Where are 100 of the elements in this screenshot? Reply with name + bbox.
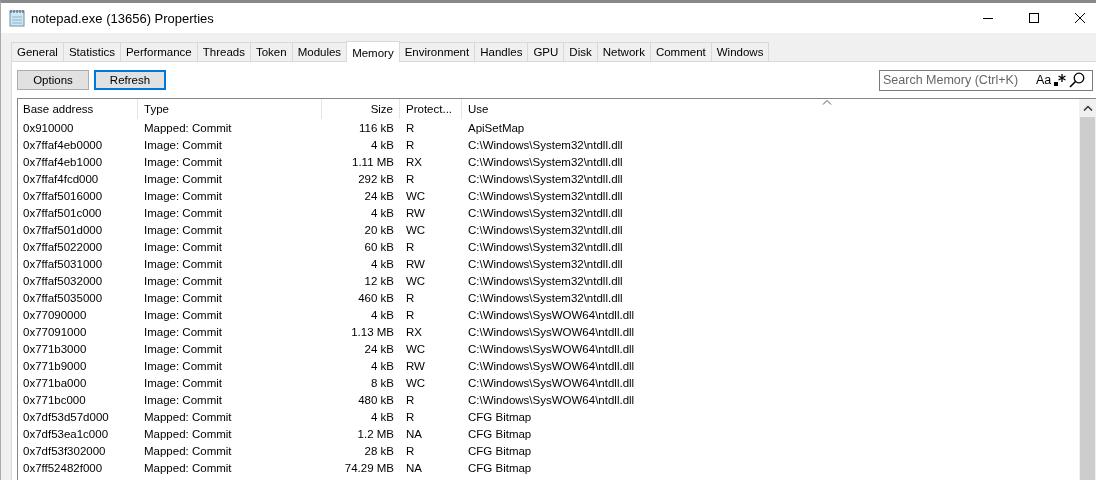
table-cell: 0x7ffaf5032000 <box>23 274 103 287</box>
table-cell: RW <box>406 257 425 270</box>
table-cell: Image: Commit <box>144 291 222 304</box>
search-field[interactable]: Search Memory (Ctrl+K) Aa <box>879 69 1093 91</box>
scrollbar[interactable] <box>1079 99 1096 480</box>
scroll-up-icon[interactable] <box>1082 105 1093 111</box>
table-cell: Image: Commit <box>144 274 222 287</box>
table-cell: C:\Windows\SysWOW64\ntdll.dll <box>468 359 635 372</box>
table-cell: Image: Commit <box>144 359 222 372</box>
table-cell: 0x7df53f302000 <box>23 444 106 457</box>
table-cell: 0x7ff52482f000 <box>23 461 103 474</box>
column-header[interactable]: Base address <box>18 99 138 119</box>
table-cell: C:\Windows\System32\ntdll.dll <box>468 206 623 219</box>
table-cell: 4 kB <box>371 359 394 372</box>
table-cell: 0x771b3000 <box>23 342 87 355</box>
table-cell: WC <box>406 189 426 202</box>
column-header[interactable]: Size <box>322 99 400 119</box>
tab[interactable]: Memory <box>346 41 400 62</box>
table-cell: CFG Bitmap <box>468 461 532 474</box>
table-cell: C:\Windows\SysWOW64\ntdll.dll <box>468 342 635 355</box>
tab[interactable]: Windows <box>710 42 770 61</box>
column-header[interactable]: Type <box>138 99 322 119</box>
sort-ascending-icon <box>822 99 832 105</box>
toolbar-button[interactable]: Options <box>17 70 89 90</box>
table-cell: RX <box>406 325 422 338</box>
table-cell: CFG Bitmap <box>468 427 532 440</box>
table-cell: Image: Commit <box>144 189 222 202</box>
table-cell: 74.29 MB <box>344 461 394 474</box>
table-cell: Mapped: Commit <box>144 461 232 474</box>
table-cell: 4 kB <box>371 206 394 219</box>
table-cell: Image: Commit <box>144 376 222 389</box>
window-title: notepad.exe (13656) Properties <box>31 10 214 26</box>
table-cell: C:\Windows\System32\ntdll.dll <box>468 291 623 304</box>
toolbar-button[interactable]: Refresh <box>94 70 166 90</box>
table-cell: 0x771b9000 <box>23 359 87 372</box>
notepad-icon <box>9 9 25 27</box>
table-cell: Image: Commit <box>144 206 222 219</box>
table-cell: 0x910000 <box>23 121 74 134</box>
table-cell: 24 kB <box>364 342 394 355</box>
column-header[interactable]: Use <box>462 99 1079 119</box>
table-cell: WC <box>406 223 426 236</box>
table-cell: C:\Windows\System32\ntdll.dll <box>468 138 623 151</box>
table-cell: C:\Windows\SysWOW64\ntdll.dll <box>468 376 635 389</box>
table-cell: 0x7ffaf501d000 <box>23 223 103 236</box>
table-cell: 4 kB <box>371 410 394 423</box>
table-cell: C:\Windows\System32\ntdll.dll <box>468 274 623 287</box>
table-cell: WC <box>406 342 426 355</box>
table-cell: RW <box>406 359 425 372</box>
table-cell: R <box>406 172 415 185</box>
column-header[interactable]: Protect... <box>400 99 462 119</box>
table-cell: C:\Windows\SysWOW64\ntdll.dll <box>468 308 635 321</box>
table-cell: C:\Windows\System32\ntdll.dll <box>468 240 623 253</box>
table-cell: Image: Commit <box>144 325 222 338</box>
table-cell: 12 kB <box>364 274 394 287</box>
table-cell: 1.13 MB <box>351 325 394 338</box>
table-cell: R <box>406 121 415 134</box>
table-cell: 1.11 MB <box>352 155 394 168</box>
table-cell: 0x771bc000 <box>23 393 86 406</box>
table-cell: R <box>406 410 415 423</box>
table-cell: 0x7df53d57d000 <box>23 410 109 423</box>
table-cell: Image: Commit <box>144 393 222 406</box>
table-cell: C:\Windows\System32\ntdll.dll <box>468 223 623 236</box>
table-cell: C:\Windows\System32\ntdll.dll <box>468 155 623 168</box>
table-cell: 4 kB <box>371 138 394 151</box>
table-cell: R <box>406 444 415 457</box>
table-cell: 0x7ffaf4fcd000 <box>23 172 99 185</box>
table-cell: 20 kB <box>364 223 394 236</box>
table-cell: C:\Windows\System32\ntdll.dll <box>468 257 623 270</box>
table-cell: Image: Commit <box>144 138 222 151</box>
table-cell: 60 kB <box>364 240 394 253</box>
table-cell: Mapped: Commit <box>144 410 232 423</box>
table-cell: 8 kB <box>371 376 394 389</box>
table-cell: 116 kB <box>359 121 394 134</box>
table-cell: CFG Bitmap <box>468 410 532 423</box>
regex-icon[interactable] <box>1054 73 1067 87</box>
table-cell: 292 kB <box>358 172 394 185</box>
table-cell: C:\Windows\System32\ntdll.dll <box>468 172 623 185</box>
table-cell: R <box>406 138 415 151</box>
table-cell: ApiSetMap <box>468 121 525 134</box>
tab[interactable]: General <box>11 42 64 61</box>
table-cell: R <box>406 291 415 304</box>
match-case-toggle[interactable]: Aa <box>1036 73 1052 87</box>
table-cell: NA <box>406 461 422 474</box>
table-cell: WC <box>406 274 426 287</box>
table-cell: 480 kB <box>358 393 394 406</box>
table-cell: C:\Windows\System32\ntdll.dll <box>468 189 623 202</box>
search-icon[interactable] <box>1069 72 1086 88</box>
table-cell: Mapped: Commit <box>144 444 232 457</box>
table-cell: RW <box>406 206 425 219</box>
maximize-icon[interactable] <box>1028 12 1040 24</box>
table-cell: RX <box>406 155 422 168</box>
table-cell: 4 kB <box>371 308 394 321</box>
table-cell: 1.2 MB <box>357 427 394 440</box>
table-cell: C:\Windows\SysWOW64\ntdll.dll <box>468 325 635 338</box>
table-cell: 0x771ba000 <box>23 376 87 389</box>
table-cell: 0x77091000 <box>23 325 87 338</box>
table-cell: R <box>406 393 415 406</box>
close-icon[interactable] <box>1074 12 1086 24</box>
scroll-thumb[interactable] <box>1080 117 1095 480</box>
table-cell: Image: Commit <box>144 342 222 355</box>
